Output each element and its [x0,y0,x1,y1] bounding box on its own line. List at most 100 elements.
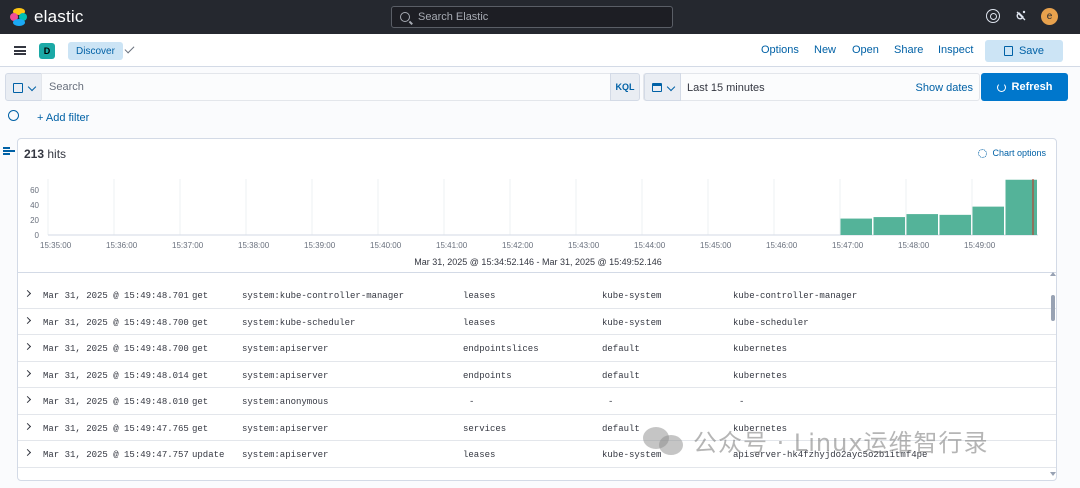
resource-cell: services [463,423,507,434]
x-tick-label: 15:40:00 [370,241,402,250]
elastic-logo[interactable]: elastic [10,7,84,27]
verb-cell: get [192,370,209,381]
y-tick-label: 40 [30,201,39,210]
calendar-icon [652,83,662,92]
global-header: elastic e [0,0,1080,34]
inspect-link[interactable]: Inspect [938,44,973,56]
timestamp-cell: Mar 31, 2025 @ 15:49:48.701 [43,291,189,301]
open-link[interactable]: Open [852,44,879,56]
histogram-bar[interactable] [840,218,873,235]
watermark-text: 公众号 · Linux运维智行录 [693,429,989,457]
expand-row-icon[interactable] [23,316,32,324]
x-tick-label: 15:49:00 [964,241,996,250]
name-cell: - [739,397,745,407]
save-button[interactable]: Save [985,40,1063,62]
options-link[interactable]: Options [761,44,799,56]
new-link[interactable]: New [814,44,836,56]
expand-row-icon[interactable] [23,369,32,377]
expand-row-icon[interactable] [23,289,32,298]
sidebar-collapse-icon[interactable] [3,146,15,156]
menu-toggle-icon[interactable] [14,46,26,55]
namespace-cell: default [602,344,640,354]
resource-cell: leases [463,291,496,301]
refresh-icon [996,82,1006,92]
table-row: Mar 31, 2025 @ 15:49:48.010 get system:ano… [18,388,1056,415]
x-tick-label: 15:43:00 [568,241,600,250]
hit-count-number: 213 [24,147,45,161]
table-divider [18,272,1056,273]
time-range-label[interactable]: Last 15 minutes [687,82,765,94]
watermark: 公众号 · Linux运维智行录 [643,423,989,458]
show-dates-link[interactable]: Show dates [916,82,973,94]
y-tick-label: 0 [35,231,40,240]
x-tick-label: 15:48:00 [898,241,930,250]
name-cell: kubernetes [733,370,788,381]
name-cell: kube-scheduler [733,317,809,328]
user-avatar[interactable]: e [1041,8,1058,25]
chart-options-button[interactable]: Chart options [978,148,1046,158]
table-row: Mar 31, 2025 @ 15:49:48.700 get system:api… [18,335,1056,362]
expand-row-icon[interactable] [23,342,32,351]
user-cell: system:apiserver [242,450,329,460]
namespace-cell: kube-system [602,317,662,328]
namespace-cell: - [608,397,614,407]
app-header: D Discover Options New Open Share Inspec… [0,34,1080,67]
resource-cell: endpointslices [463,344,539,354]
filter-menu-icon[interactable] [8,110,19,121]
search-icon [400,12,410,22]
namespace-cell: default [602,423,640,434]
query-language-button[interactable]: KQL [610,73,640,101]
x-tick-label: 15:38:00 [238,241,270,250]
newsfeed-icon[interactable] [1014,9,1028,23]
histogram-bar[interactable] [873,217,906,235]
verb-cell: get [192,317,209,328]
histogram-bar[interactable] [972,206,1005,235]
x-tick-label: 15:36:00 [106,241,138,250]
x-tick-label: 15:46:00 [766,241,798,250]
timestamp-cell: Mar 31, 2025 @ 15:49:47.765 [43,423,189,434]
expand-row-icon[interactable] [23,395,32,404]
verb-cell: get [192,291,209,301]
saved-query-button[interactable] [5,73,42,101]
histogram-chart[interactable]: 15:35:00 15:36:00 15:37:00 15:38:00 15:39:00… [18,175,1057,255]
x-tick-label: 15:47:00 [832,241,864,250]
query-input[interactable] [49,81,549,93]
expand-row-icon[interactable] [23,422,32,430]
timestamp-cell: Mar 31, 2025 @ 15:49:48.010 [43,397,189,407]
chevron-down-icon [27,82,37,92]
name-cell: kube-controller-manager [733,291,858,301]
space-avatar[interactable]: D [39,43,55,59]
check-icon [124,43,135,54]
refresh-label: Refresh [1011,81,1053,93]
chevron-down-icon [666,82,676,92]
refresh-button[interactable]: Refresh [981,73,1068,101]
expand-row-icon[interactable] [23,448,32,457]
timestamp-cell: Mar 31, 2025 @ 15:49:48.700 [43,344,189,354]
x-tick-label: 15:44:00 [634,241,666,250]
user-cell: system:kube-controller-manager [242,291,405,301]
saved-query-icon [13,83,23,93]
quick-select-button[interactable] [644,73,681,101]
timestamp-cell: Mar 31, 2025 @ 15:49:48.014 [43,370,189,381]
scroll-up-arrow[interactable] [1050,272,1056,276]
breadcrumb-discover[interactable]: Discover [68,42,123,60]
namespace-cell: kube-system [602,291,662,301]
global-search-input[interactable] [418,11,658,23]
scroll-down-arrow[interactable] [1050,472,1056,476]
timestamp-cell: Mar 31, 2025 @ 15:49:48.700 [43,317,189,328]
add-filter-link[interactable]: + Add filter [37,112,89,124]
verb-cell: get [192,397,209,407]
histogram-bar[interactable] [939,214,972,235]
user-cell: system:anonymous [242,397,329,407]
scrollbar-thumb[interactable] [1051,295,1055,321]
share-link[interactable]: Share [894,44,923,56]
help-icon[interactable] [986,9,1000,23]
verb-cell: get [192,344,209,354]
table-row: Mar 31, 2025 @ 15:49:48.701 get system:kub… [18,282,1056,309]
x-tick-label: 15:37:00 [172,241,204,250]
histogram-bar[interactable] [906,214,939,235]
gear-icon [978,148,988,158]
wechat-icon [643,425,685,457]
global-search[interactable] [391,6,673,28]
resource-cell: - [469,397,475,407]
